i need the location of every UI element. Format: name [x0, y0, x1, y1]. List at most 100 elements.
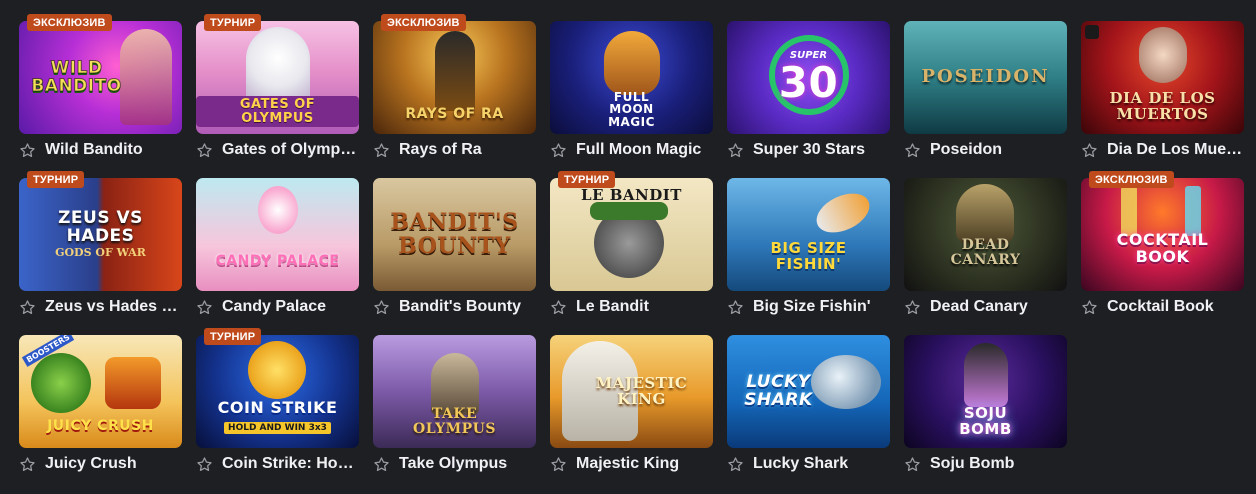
game-title[interactable]: Bandit's Bounty: [399, 298, 521, 316]
game-title[interactable]: Coin Strike: Hold and Win: [222, 455, 358, 473]
game-thumbnail[interactable]: MAJESTIC KING: [550, 335, 713, 448]
favorite-star-icon[interactable]: [373, 299, 390, 316]
game-thumbnail[interactable]: SOJU BOMB: [904, 335, 1067, 448]
exclusive-badge: ЭКСКЛЮЗИВ: [27, 14, 112, 31]
game-art-title: SOJU BOMB: [959, 403, 1012, 438]
tournament-badge: ТУРНИР: [204, 14, 262, 31]
favorite-star-icon[interactable]: [19, 456, 36, 473]
game-title[interactable]: Juicy Crush: [45, 455, 137, 473]
game-card-coin-strike[interactable]: ТУРНИР COIN STRIKE HOLD AND WIN 3x3 Coin…: [196, 328, 359, 473]
game-title[interactable]: Super 30 Stars: [753, 141, 865, 159]
game-thumbnail[interactable]: ZEUS VS HADES GODS OF WAR: [19, 178, 182, 291]
game-title[interactable]: Gates of Olympus: [222, 141, 358, 159]
game-thumbnail[interactable]: LE BANDIT: [550, 178, 713, 291]
favorite-star-icon[interactable]: [196, 142, 213, 159]
favorite-star-icon[interactable]: [904, 456, 921, 473]
game-thumbnail[interactable]: DEAD CANARY: [904, 178, 1067, 291]
tournament-badge: ТУРНИР: [27, 171, 85, 188]
game-card-rays-of-ra[interactable]: ЭКСКЛЮЗИВ RAYS of RA Rays of Ra: [373, 14, 536, 159]
favorite-star-icon[interactable]: [727, 299, 744, 316]
favorite-star-icon[interactable]: [1081, 299, 1098, 316]
game-card-full-moon-magic[interactable]: FULL MOON MAGIC Full Moon Magic: [550, 21, 713, 159]
game-art-title: JUICY CRUSH: [47, 418, 154, 435]
game-thumbnail[interactable]: FULL MOON MAGIC: [550, 21, 713, 134]
game-art-title: GATES of OLYMPUS: [196, 95, 359, 128]
favorite-star-icon[interactable]: [196, 299, 213, 316]
favorite-star-icon[interactable]: [1081, 142, 1098, 159]
game-thumbnail[interactable]: WILD BANDITO: [19, 21, 182, 134]
game-card-cocktail-book[interactable]: ЭКСКЛЮЗИВ COCKTAIL BOOK Cocktail Book: [1081, 171, 1244, 316]
game-title[interactable]: Le Bandit: [576, 298, 649, 316]
game-card-gates-of-olympus[interactable]: ТУРНИР GATES of OLYMPUS Gates of Olympus: [196, 14, 359, 159]
game-title[interactable]: Majestic King: [576, 455, 679, 473]
game-title[interactable]: Cocktail Book: [1107, 298, 1214, 316]
favorite-star-icon[interactable]: [196, 456, 213, 473]
game-card-candy-palace[interactable]: CANDY PALACE Candy Palace: [196, 178, 359, 316]
favorite-star-icon[interactable]: [373, 456, 390, 473]
game-card-take-olympus[interactable]: TAKE OLYMPUS Take Olympus: [373, 335, 536, 473]
provider-logo-icon: [1085, 25, 1099, 39]
game-art-title: MAJESTIC KING: [595, 373, 688, 408]
game-thumbnail[interactable]: SUPER 30: [727, 21, 890, 134]
game-thumbnail[interactable]: GATES of OLYMPUS: [196, 21, 359, 134]
game-thumbnail[interactable]: BANDIT'S BOUNTY: [373, 178, 536, 291]
tournament-badge: ТУРНИР: [558, 171, 616, 188]
game-card-majestic-king[interactable]: MAJESTIC KING Majestic King: [550, 335, 713, 473]
favorite-star-icon[interactable]: [550, 299, 567, 316]
game-card-lucky-shark[interactable]: LUCKY SHARK Lucky Shark: [727, 335, 890, 473]
game-title[interactable]: Zeus vs Hades - Gods of War: [45, 298, 181, 316]
game-art-title: TAKE OLYMPUS: [413, 405, 496, 437]
game-title[interactable]: Dia De Los Muertos: [1107, 141, 1243, 159]
game-thumbnail[interactable]: COIN STRIKE HOLD AND WIN 3x3: [196, 335, 359, 448]
game-thumbnail[interactable]: COCKTAIL BOOK: [1081, 178, 1244, 291]
game-thumbnail[interactable]: CANDY PALACE: [196, 178, 359, 291]
game-card-big-size-fishin[interactable]: BIG SIZE FISHIN' Big Size Fishin': [727, 178, 890, 316]
game-art-title: FULL MOON MAGIC: [608, 89, 655, 129]
game-title[interactable]: Soju Bomb: [930, 455, 1014, 473]
game-art-title: RAYS of RA: [405, 106, 504, 123]
game-title[interactable]: Full Moon Magic: [576, 141, 701, 159]
game-title[interactable]: Wild Bandito: [45, 141, 143, 159]
favorite-star-icon[interactable]: [904, 142, 921, 159]
game-thumbnail[interactable]: BIG SIZE FISHIN': [727, 178, 890, 291]
favorite-star-icon[interactable]: [550, 142, 567, 159]
game-art-title: WILD BANDITO: [31, 57, 122, 96]
game-thumbnail[interactable]: LUCKY SHARK: [727, 335, 890, 448]
game-title[interactable]: Rays of Ra: [399, 141, 482, 159]
favorite-star-icon[interactable]: [727, 456, 744, 473]
tournament-badge: ТУРНИР: [204, 328, 262, 345]
favorite-star-icon[interactable]: [727, 142, 744, 159]
game-title[interactable]: Lucky Shark: [753, 455, 848, 473]
game-thumbnail[interactable]: BOOSTERS JUICY CRUSH: [19, 335, 182, 448]
game-art-title: ZEUS VS HADES: [58, 208, 143, 246]
game-card-dead-canary[interactable]: DEAD CANARY Dead Canary: [904, 178, 1067, 316]
game-art-title: COIN STRIKE: [217, 398, 338, 418]
game-thumbnail[interactable]: RAYS of RA: [373, 21, 536, 134]
game-art-title: 30: [778, 57, 839, 107]
game-card-bandits-bounty[interactable]: BANDIT'S BOUNTY Bandit's Bounty: [373, 178, 536, 316]
favorite-star-icon[interactable]: [19, 142, 36, 159]
game-title[interactable]: Take Olympus: [399, 455, 507, 473]
game-card-zeus-vs-hades[interactable]: ТУРНИР ZEUS VS HADES GODS OF WAR Zeus vs…: [19, 171, 182, 316]
game-card-wild-bandito[interactable]: ЭКСКЛЮЗИВ WILD BANDITO Wild Bandito: [19, 14, 182, 159]
game-card-juicy-crush[interactable]: BOOSTERS JUICY CRUSH Juicy Crush: [19, 335, 182, 473]
game-thumbnail[interactable]: POSEIDON: [904, 21, 1067, 134]
game-thumbnail[interactable]: TAKE OLYMPUS: [373, 335, 536, 448]
game-art-title: POSEIDON: [921, 66, 1050, 88]
favorite-star-icon[interactable]: [550, 456, 567, 473]
game-card-le-bandit[interactable]: ТУРНИР LE BANDIT Le Bandit: [550, 171, 713, 316]
game-card-dia-de-los-muertos[interactable]: DIA DE LOS MUERTOS Dia De Los Muertos: [1081, 21, 1244, 159]
game-card-soju-bomb[interactable]: SOJU BOMB Soju Bomb: [904, 335, 1067, 473]
game-title[interactable]: Dead Canary: [930, 298, 1028, 316]
game-card-super-30-stars[interactable]: SUPER 30 Super 30 Stars: [727, 21, 890, 159]
favorite-star-icon[interactable]: [373, 142, 390, 159]
favorite-star-icon[interactable]: [904, 299, 921, 316]
game-thumbnail[interactable]: DIA DE LOS MUERTOS: [1081, 21, 1244, 134]
favorite-star-icon[interactable]: [19, 299, 36, 316]
exclusive-badge: ЭКСКЛЮЗИВ: [1089, 171, 1174, 188]
game-title[interactable]: Candy Palace: [222, 298, 326, 316]
game-card-poseidon[interactable]: POSEIDON Poseidon: [904, 21, 1067, 159]
game-title[interactable]: Poseidon: [930, 141, 1002, 159]
game-art-title: DEAD CANARY: [950, 236, 1021, 268]
game-title[interactable]: Big Size Fishin': [753, 298, 871, 316]
